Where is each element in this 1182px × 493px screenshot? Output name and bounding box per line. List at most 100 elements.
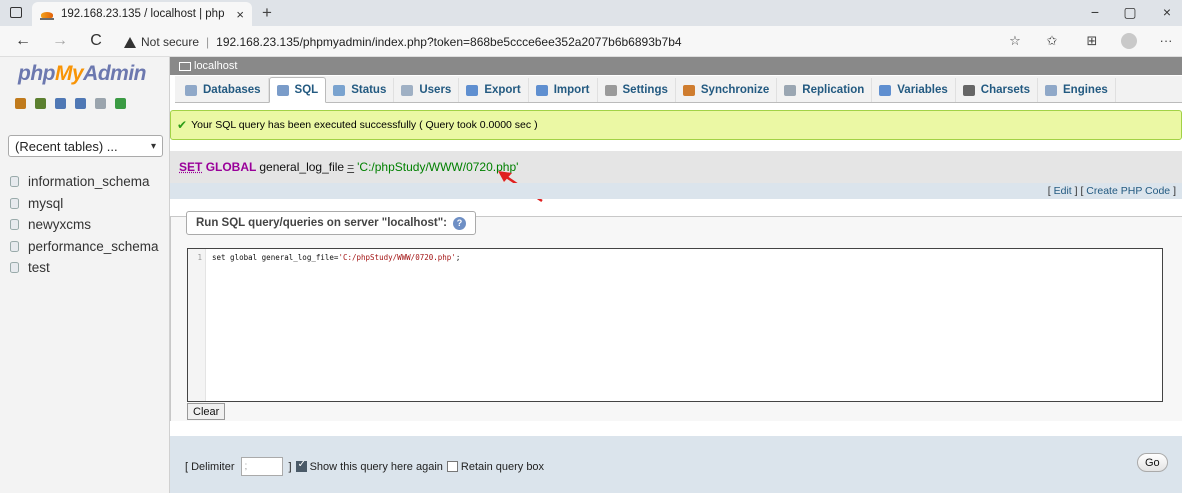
- reload-icon[interactable]: [115, 98, 126, 109]
- server-link[interactable]: localhost: [194, 60, 237, 72]
- navigation-panel: phpMyAdmin (Recent tables) ... ▾ informa…: [0, 57, 170, 493]
- tab-label: Databases: [203, 84, 261, 96]
- database-icon: [10, 219, 19, 231]
- retain-query-label[interactable]: Retain query box: [461, 461, 544, 473]
- tab-synchronize[interactable]: Synchronize: [676, 78, 778, 102]
- favorites-icon[interactable]: ✩: [1043, 33, 1061, 49]
- url-field[interactable]: Not secure | 192.168.23.135/phpmyadmin/i…: [124, 32, 682, 52]
- database-item-performance_schema[interactable]: performance_schema: [10, 236, 159, 258]
- sql-icon[interactable]: [55, 98, 66, 109]
- chevron-down-icon: ▾: [150, 140, 156, 152]
- sql-code[interactable]: set global general_log_file='C:/phpStudy…: [212, 253, 460, 262]
- maximize-button[interactable]: ▢: [1120, 4, 1140, 21]
- tab-replication[interactable]: Replication: [777, 78, 873, 102]
- tab-title: 192.168.23.135 / localhost | php: [61, 8, 225, 20]
- tab-label: Export: [484, 84, 521, 96]
- status-icon: [333, 84, 346, 96]
- profile-icon[interactable]: [1121, 33, 1137, 49]
- code-prefix: set global general_log_file=: [212, 253, 339, 262]
- home-icon[interactable]: [15, 98, 26, 109]
- sql-string-value: 'C:/phpStudy/WWW/0720.php': [357, 160, 519, 174]
- tab-actions-icon[interactable]: [10, 7, 22, 18]
- sql-operator[interactable]: =: [347, 160, 354, 174]
- tables-icon[interactable]: [35, 98, 46, 109]
- phpmyadmin-favicon-icon: [40, 8, 54, 20]
- read-aloud-icon[interactable]: ☆: [1006, 33, 1024, 49]
- server-icon: [179, 61, 191, 71]
- warning-icon: [124, 36, 136, 48]
- code-string: 'C:/phpStudy/WWW/0720.php': [338, 253, 456, 262]
- line-number: 1: [197, 253, 202, 262]
- tab-label: Settings: [622, 84, 668, 96]
- browser-tab[interactable]: 192.168.23.135 / localhost | php ×: [32, 2, 252, 26]
- new-tab-button[interactable]: +: [262, 3, 272, 23]
- go-button[interactable]: Go: [1137, 453, 1168, 472]
- url-text[interactable]: 192.168.23.135/phpmyadmin/index.php?toke…: [216, 35, 681, 49]
- recent-tables-select[interactable]: (Recent tables) ... ▾: [8, 135, 163, 157]
- back-button[interactable]: ←: [14, 32, 32, 50]
- tab-engines[interactable]: Engines: [1038, 78, 1116, 102]
- line-numbers: 1: [188, 249, 206, 401]
- phpmyadmin-logo[interactable]: phpMyAdmin: [18, 62, 146, 86]
- show-query-label[interactable]: Show this query here again: [310, 461, 443, 473]
- database-item-mysql[interactable]: mysql: [10, 193, 159, 215]
- tab-charsets[interactable]: Charsets: [956, 78, 1038, 102]
- minimize-button[interactable]: −: [1085, 4, 1105, 20]
- collections-icon[interactable]: ⊞: [1083, 33, 1101, 49]
- tab-sql[interactable]: SQL: [268, 77, 327, 103]
- tab-label: Replication: [802, 84, 865, 96]
- tab-export[interactable]: Export: [459, 78, 529, 102]
- sql-keyword-set[interactable]: SET: [179, 160, 202, 174]
- query-legend: Run SQL query/queries on server "localho…: [186, 211, 476, 235]
- clear-button[interactable]: Clear: [187, 403, 226, 420]
- forward-button[interactable]: →: [51, 32, 69, 50]
- executed-sql: SET GLOBAL general_log_file = 'C:/phpStu…: [170, 151, 1182, 183]
- import-icon: [535, 84, 548, 96]
- more-icon[interactable]: ···: [1157, 33, 1175, 48]
- top-menu: Databases SQL Status Users Export Import Setti…: [175, 76, 1182, 103]
- tab-status[interactable]: Status: [326, 78, 395, 102]
- docs-icon[interactable]: [75, 98, 86, 109]
- page-icon[interactable]: [95, 98, 106, 109]
- tab-label: Variables: [897, 84, 948, 96]
- sql-icon: [276, 84, 289, 96]
- create-php-code-link[interactable]: Create PHP Code: [1086, 185, 1170, 197]
- edit-link[interactable]: Edit: [1054, 185, 1072, 197]
- help-icon[interactable]: ?: [452, 216, 466, 230]
- database-label: newyxcms: [28, 217, 92, 233]
- delimiter-label: [ Delimiter: [185, 460, 235, 473]
- code-suffix: ;: [455, 253, 461, 262]
- reload-button[interactable]: C: [87, 32, 105, 50]
- tab-settings[interactable]: Settings: [598, 78, 676, 102]
- show-query-checkbox[interactable]: [295, 459, 307, 472]
- database-label: mysql: [28, 195, 64, 211]
- sql-editor[interactable]: 1 set global general_log_file='C:/phpStu…: [187, 248, 1163, 402]
- tab-label: Engines: [1063, 84, 1108, 96]
- tab-users[interactable]: Users: [394, 78, 460, 102]
- window-close-button[interactable]: ×: [1157, 4, 1177, 20]
- tab-databases[interactable]: Databases: [178, 78, 269, 102]
- database-item-information_schema[interactable]: information_schema: [10, 171, 159, 193]
- delimiter-input[interactable]: ;: [240, 457, 283, 476]
- tab-label: Users: [419, 84, 452, 96]
- retain-query-checkbox[interactable]: [446, 461, 458, 472]
- tab-label: Import: [553, 84, 590, 96]
- tab-label: Status: [351, 84, 387, 96]
- browser-tab-bar: 192.168.23.135 / localhost | php × + − ▢…: [0, 0, 1182, 26]
- synchronize-icon: [682, 84, 695, 96]
- security-label[interactable]: Not secure: [141, 35, 199, 49]
- database-label: information_schema: [28, 174, 150, 190]
- tab-label: Synchronize: [700, 84, 770, 96]
- query-legend-text: Run SQL query/queries on server "localho…: [196, 217, 447, 229]
- tab-variables[interactable]: Variables: [872, 78, 956, 102]
- sql-identifier: general_log_file: [259, 160, 345, 174]
- query-options: [ Delimiter ; ] Show this query here aga…: [185, 457, 544, 476]
- tab-close-icon[interactable]: ×: [236, 7, 244, 22]
- server-breadcrumb: localhost: [170, 57, 1182, 75]
- database-item-test[interactable]: test: [10, 257, 159, 279]
- tab-label: SQL: [294, 84, 319, 96]
- database-icon: [10, 262, 19, 274]
- tab-import[interactable]: Import: [529, 78, 598, 102]
- users-icon: [401, 84, 414, 96]
- database-item-newyxcms[interactable]: newyxcms: [10, 214, 159, 236]
